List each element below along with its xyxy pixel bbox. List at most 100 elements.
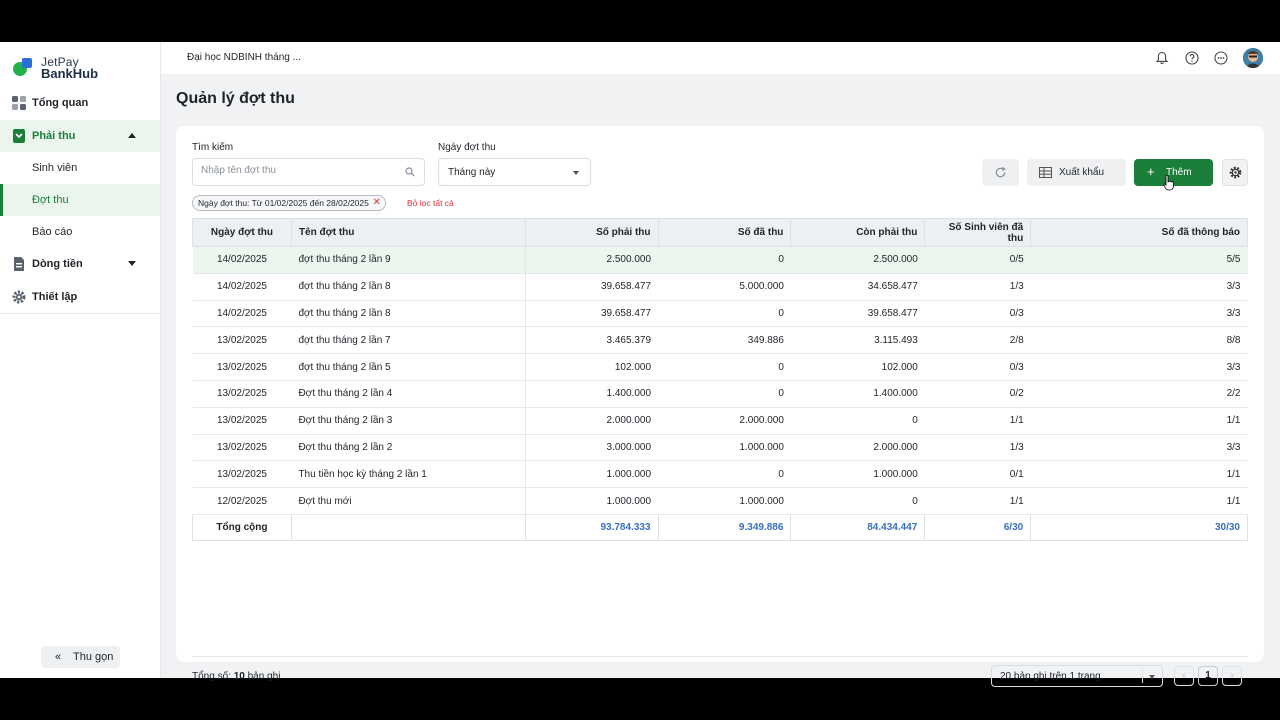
column-header-date[interactable]: Ngày đợt thu	[192, 218, 292, 247]
cell-notified: 8/8	[1030, 326, 1248, 355]
cell-amount-remaining: 0	[790, 407, 925, 435]
page-title: Quản lý đợt thu	[176, 90, 295, 107]
search-input[interactable]	[201, 165, 391, 176]
cell-date: 13/02/2025	[192, 434, 292, 462]
plus-icon: +	[1147, 164, 1155, 179]
column-header-notified[interactable]: Số đã thông báo	[1030, 218, 1248, 247]
cell-date: 14/02/2025	[192, 300, 292, 328]
gear-icon	[1229, 166, 1242, 179]
total-suffix: bản ghi	[244, 671, 281, 682]
close-icon[interactable]: ✕	[372, 196, 380, 210]
cell-amount-remaining: 1.400.000	[790, 380, 925, 408]
brand-line2: BankHub	[41, 66, 99, 81]
search-icon	[405, 167, 415, 177]
cell-students-paid: 0/1	[924, 460, 1031, 489]
topbar: Đại học NDBINH tháng ...	[161, 42, 1280, 74]
column-header-name[interactable]: Tên đợt thu	[290, 218, 526, 247]
sidebar-item-cashflow[interactable]: Dòng tiền	[0, 248, 160, 280]
sidebar: JetPay BankHub Tổng quan Phải thu Sinh v…	[0, 42, 161, 678]
sidebar-subitem-reports[interactable]: Báo cáo	[0, 216, 160, 248]
table-row[interactable]: 13/02/2025 đợt thu tháng 2 lần 7 3.465.379…	[192, 326, 1248, 355]
cell-amount-due: 39.658.477	[525, 273, 659, 301]
cell-date: 13/02/2025	[192, 353, 292, 381]
help-icon[interactable]	[1185, 51, 1199, 65]
sidebar-subitem-label: Sinh viên	[32, 162, 78, 174]
cell-name: đợt thu tháng 2 lần 8	[291, 273, 526, 301]
table-row[interactable]: 13/02/2025 Đợt thu tháng 2 lần 4 1.400.000…	[192, 380, 1248, 408]
cell-name: đợt thu tháng 2 lần 5	[291, 353, 526, 381]
collection-rounds-table: Ngày đợt thu Tên đợt thu Số phải thu Số …	[192, 218, 1248, 541]
double-chevron-left-icon: «	[55, 651, 62, 663]
total-records: Tổng số: 10 bản ghi	[192, 671, 280, 682]
page-size-select[interactable]: 20 bản ghi trên 1 trang	[991, 665, 1163, 687]
total-amount-due: 93.784.333	[524, 513, 659, 541]
column-header-amount-due[interactable]: Số phải thu	[524, 218, 659, 247]
total-count-value: 10	[233, 671, 245, 682]
cell-amount-remaining: 34.658.477	[790, 273, 925, 301]
table-row[interactable]: 14/02/2025 đợt thu tháng 2 lần 8 39.658.47…	[192, 300, 1248, 328]
export-button[interactable]: Xuất khẩu	[1027, 159, 1126, 186]
cell-notified: 3/3	[1030, 273, 1248, 301]
table-row[interactable]: 14/02/2025 đợt thu tháng 2 lần 8 39.658.47…	[192, 273, 1248, 301]
total-prefix: Tổng số:	[192, 671, 234, 682]
cell-date: 13/02/2025	[192, 326, 292, 355]
sidebar-item-receivables[interactable]: Phải thu	[0, 120, 160, 152]
column-header-students-paid[interactable]: Số Sinh viên đã thu	[924, 218, 1032, 247]
sidebar-subitem-students[interactable]: Sinh viên	[0, 152, 160, 184]
cell-students-paid: 0/3	[924, 300, 1031, 328]
cell-students-paid: 1/3	[924, 434, 1031, 462]
cell-amount-due: 1.000.000	[525, 460, 659, 489]
cell-name: Đợt thu tháng 2 lần 4	[291, 380, 526, 408]
cell-students-paid: 1/3	[924, 273, 1031, 301]
date-filter-select[interactable]: Tháng này	[438, 158, 591, 186]
export-label: Xuất khẩu	[1059, 167, 1105, 178]
table-row[interactable]: 14/02/2025 đợt thu tháng 2 lần 9 2.500.000…	[192, 246, 1248, 274]
cell-name: Thu tiền học kỳ tháng 2 lần 1	[291, 460, 526, 489]
table-row[interactable]: 12/02/2025 Đợt thu mới 1.000.000 1.000.000 0…	[192, 487, 1248, 515]
table-settings-button[interactable]	[1222, 159, 1248, 186]
cell-students-paid: 1/1	[924, 407, 1031, 435]
user-avatar[interactable]	[1243, 48, 1263, 68]
table-row[interactable]: 13/02/2025 Đợt thu tháng 2 lần 2 3.000.000…	[192, 434, 1248, 462]
cell-amount-collected: 0	[658, 353, 791, 381]
page-size-value: 20 bản ghi trên 1 trang	[1000, 671, 1101, 682]
spreadsheet-icon	[1039, 167, 1052, 178]
cell-amount-collected: 2.000.000	[658, 407, 791, 435]
column-header-amount-remaining[interactable]: Còn phải thu	[790, 218, 926, 247]
column-header-amount-collected[interactable]: Số đã thu	[657, 218, 792, 247]
bell-icon[interactable]	[1155, 51, 1169, 65]
more-options-icon[interactable]	[1214, 51, 1228, 65]
cell-notified: 5/5	[1030, 246, 1248, 274]
cell-amount-collected: 5.000.000	[658, 273, 791, 301]
document-icon	[14, 257, 24, 271]
cell-amount-remaining: 102.000	[790, 353, 925, 381]
footer-divider	[192, 656, 1248, 657]
refresh-button[interactable]	[982, 159, 1019, 186]
table-row[interactable]: 13/02/2025 Thu tiền học kỳ tháng 2 lần 11…	[192, 460, 1248, 489]
sidebar-subitem-label: Đợt thu	[32, 194, 69, 206]
collapse-sidebar-button[interactable]: « Thu gọn	[41, 646, 120, 668]
organization-selector[interactable]: Đại học NDBINH tháng ...	[187, 52, 301, 63]
cell-name: Đợt thu tháng 2 lần 2	[291, 434, 526, 462]
total-students-paid: 6/30	[924, 513, 1032, 541]
search-field[interactable]	[192, 158, 425, 186]
prev-page-button[interactable]: ‹	[1174, 666, 1194, 686]
collapse-label: Thu gọn	[73, 651, 114, 663]
table-row[interactable]: 13/02/2025 đợt thu tháng 2 lần 5 102.000 0 1…	[192, 353, 1248, 381]
sidebar-subitem-collection-rounds[interactable]: Đợt thu	[0, 184, 160, 216]
sidebar-item-overview[interactable]: Tổng quan	[0, 87, 160, 119]
cell-amount-remaining: 0	[790, 487, 925, 515]
clear-all-filters-link[interactable]: Bỏ lọc tất cả	[407, 198, 454, 208]
cell-notified: 3/3	[1030, 353, 1248, 381]
sidebar-item-settings[interactable]: Thiết lập	[0, 281, 160, 313]
brand-logo[interactable]: JetPay BankHub	[12, 50, 152, 81]
next-page-button[interactable]: ›	[1222, 666, 1242, 686]
table-row[interactable]: 13/02/2025 Đợt thu tháng 2 lần 3 2.000.000…	[192, 407, 1248, 435]
cell-name: Đợt thu mới	[291, 487, 526, 515]
sidebar-item-label: Thiết lập	[32, 291, 78, 303]
sidebar-item-label: Tổng quan	[32, 97, 89, 109]
cell-amount-due: 2.000.000	[525, 407, 659, 435]
mouse-cursor-icon	[1163, 175, 1174, 191]
page-number-button[interactable]: 1	[1198, 666, 1218, 686]
chevron-down-icon	[1149, 675, 1155, 679]
